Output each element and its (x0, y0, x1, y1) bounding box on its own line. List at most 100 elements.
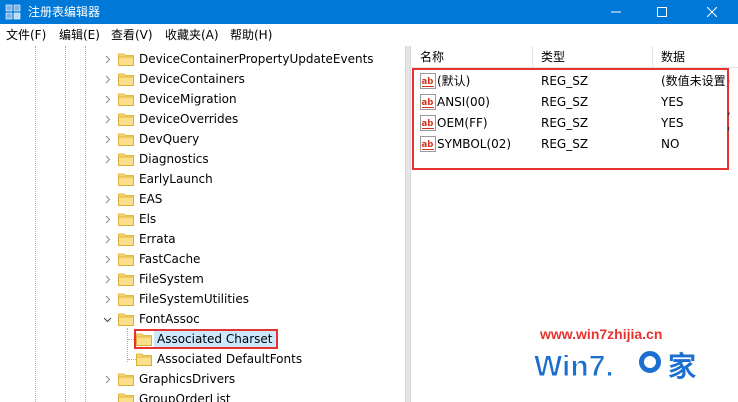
tree-node[interactable]: FileSystem (118, 269, 204, 289)
tree-node[interactable]: GraphicsDrivers (118, 369, 235, 389)
tree-node-label: FileSystemUtilities (139, 292, 249, 306)
tree-node[interactable]: DeviceContainers (118, 69, 245, 89)
tree-node[interactable]: DeviceContainerPropertyUpdateEvents (118, 49, 374, 69)
tree-node-label: DevQuery (139, 132, 200, 146)
registry-key-tree[interactable]: DeviceContainerPropertyUpdateEvents Devic… (0, 46, 405, 402)
tree-node[interactable]: DeviceOverrides (118, 109, 238, 129)
chevron-right-icon[interactable] (102, 289, 112, 309)
folder-icon (118, 292, 134, 306)
folder-icon (118, 272, 134, 286)
svg-text:Win7.: Win7. (534, 350, 614, 383)
tree-node[interactable]: Diagnostics (118, 149, 209, 169)
column-separator[interactable] (652, 46, 653, 68)
tree-node[interactable]: EarlyLaunch (118, 169, 213, 189)
menu-help[interactable]: 帮助(H) (230, 28, 272, 42)
folder-icon (118, 192, 134, 206)
tree-node-label: GroupOrderList (139, 392, 231, 402)
chevron-right-icon[interactable] (102, 69, 112, 89)
tree-node-label: FontAssoc (139, 312, 200, 326)
list-header: 名称 类型 数据 (411, 46, 738, 68)
title-bar: 注册表编辑器 (0, 0, 738, 24)
close-icon (706, 7, 717, 17)
menu-view[interactable]: 查看(V) (111, 28, 153, 42)
tree-node-label: EarlyLaunch (139, 172, 213, 186)
chevron-right-icon[interactable] (102, 189, 112, 209)
minimize-icon (611, 11, 621, 13)
chevron-right-icon[interactable] (102, 49, 112, 69)
chevron-right-icon[interactable] (102, 109, 112, 129)
folder-icon (136, 352, 152, 366)
folder-icon (118, 392, 134, 402)
menu-file[interactable]: 文件(F) (6, 28, 46, 42)
tree-node[interactable]: Errata (118, 229, 176, 249)
tree-node[interactable]: Els (118, 209, 156, 229)
folder-icon (118, 152, 134, 166)
tree-guide-line (65, 46, 66, 402)
folder-icon (118, 72, 134, 86)
minimize-button[interactable] (593, 0, 639, 24)
folder-icon (118, 252, 134, 266)
edge-text-fragment: , (727, 103, 731, 117)
tree-node[interactable]: DeviceMigration (118, 89, 237, 109)
tree-node[interactable]: FastCache (118, 249, 200, 269)
tree-node[interactable]: EAS (118, 189, 162, 209)
tree-node[interactable]: FontAssoc (118, 309, 200, 329)
tree-node-label: DeviceMigration (139, 92, 237, 106)
folder-icon (118, 132, 134, 146)
svg-text:家: 家 (668, 350, 696, 383)
folder-icon (118, 172, 134, 186)
menu-bar: 文件(F) 编辑(E) 查看(V) 收藏夹(A) 帮助(H) (0, 24, 738, 46)
tree-node-label: Els (139, 212, 157, 226)
chevron-down-icon[interactable] (102, 309, 112, 329)
tree-node-label: EAS (139, 192, 163, 206)
tree-guide-line (127, 328, 128, 362)
chevron-right-icon[interactable] (102, 229, 112, 249)
folder-icon (136, 332, 152, 346)
tree-node-label: Associated DefaultFonts (157, 352, 303, 366)
column-separator[interactable] (532, 46, 533, 68)
folder-open-icon (118, 312, 134, 326)
tree-node-label: GraphicsDrivers (139, 372, 236, 386)
annotation-highlight-box (412, 68, 729, 170)
tree-node-label: FileSystem (139, 272, 204, 286)
window-title: 注册表编辑器 (28, 5, 101, 19)
tree-node-label: Associated Charset (157, 332, 273, 346)
tree-node-label: Errata (139, 232, 176, 246)
tree-node[interactable]: Associated Charset (134, 329, 279, 349)
tree-node-label: DeviceContainerPropertyUpdateEvents (139, 52, 374, 66)
tree-node-label: DeviceOverrides (139, 112, 239, 126)
column-header-data[interactable]: 数据 (661, 51, 685, 64)
tree-node[interactable]: FileSystemUtilities (118, 289, 249, 309)
win7-home-logo: Win7. 家 (534, 349, 696, 384)
column-header-name[interactable]: 名称 (420, 51, 444, 64)
chevron-right-icon[interactable] (102, 209, 112, 229)
menu-favorites[interactable]: 收藏夹(A) (165, 28, 219, 42)
tree-node[interactable]: GroupOrderList (118, 389, 231, 402)
chevron-right-icon[interactable] (102, 249, 112, 269)
maximize-icon (657, 7, 667, 17)
chevron-right-icon[interactable] (102, 129, 112, 149)
chevron-right-icon[interactable] (102, 269, 112, 289)
menu-edit[interactable]: 编辑(E) (59, 28, 100, 42)
tree-guide-line (85, 46, 86, 402)
column-header-type[interactable]: 类型 (541, 51, 565, 64)
tree-node[interactable]: Associated DefaultFonts (136, 349, 302, 369)
folder-icon (118, 212, 134, 226)
chevron-right-icon[interactable] (102, 369, 112, 389)
chevron-right-icon[interactable] (102, 149, 112, 169)
tree-node-label: DeviceContainers (139, 72, 245, 86)
registry-editor-icon (5, 4, 21, 20)
tree-node-label: FastCache (139, 252, 201, 266)
close-button[interactable] (685, 0, 738, 24)
chevron-right-icon[interactable] (102, 89, 112, 109)
folder-icon (118, 92, 134, 106)
tree-node-label: Diagnostics (139, 152, 209, 166)
folder-icon (118, 232, 134, 246)
tree-guide-line (35, 46, 36, 402)
tree-node[interactable]: DevQuery (118, 129, 199, 149)
maximize-button[interactable] (639, 0, 685, 24)
folder-icon (118, 52, 134, 66)
folder-icon (118, 112, 134, 126)
